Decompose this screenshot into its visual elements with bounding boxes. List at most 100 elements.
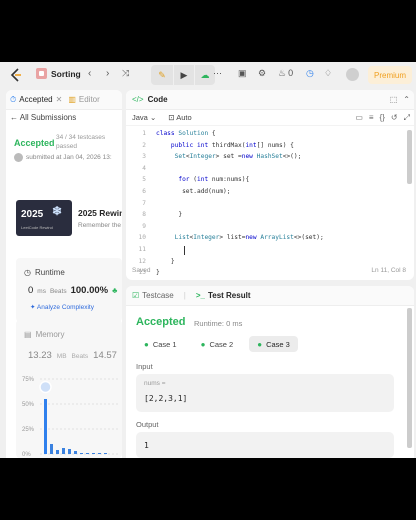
maximize-icon[interactable]: ⬚ [390, 95, 398, 104]
more-icon[interactable]: ⋯ [213, 68, 222, 79]
result-tabs: ☑ Testcase | >_ Test Result [126, 286, 414, 306]
case-2-label: Case 2 [209, 339, 234, 349]
code-panel-title: Code [147, 95, 168, 104]
submit-button[interactable]: ☁ [195, 65, 215, 85]
snowflake-icon: ❄ [52, 204, 63, 218]
input-label: Input [136, 362, 153, 371]
analyze-complexity-label: Analyze Complexity [36, 304, 94, 311]
code-line: } [156, 257, 175, 265]
output-value: 1 [144, 441, 149, 450]
bookmark-icon[interactable]: ▭ [355, 113, 363, 123]
tab-test-result[interactable]: >_ Test Result [196, 291, 251, 300]
input-key: nums = [144, 380, 166, 387]
distribution-bar[interactable] [92, 453, 95, 454]
distribution-bar[interactable] [86, 453, 89, 454]
format-icon[interactable]: ≡ [369, 113, 374, 123]
problem-list-button[interactable]: Sorting [36, 68, 81, 79]
prev-problem-icon[interactable]: ‹ [88, 68, 91, 79]
streak-counter[interactable]: ♨ 0 [278, 68, 293, 79]
input-value: [2,2,3,1] [144, 394, 188, 403]
line-number: 9 [142, 222, 146, 230]
braces-icon[interactable]: {} [380, 113, 385, 123]
tab-editorial-label: Editor [78, 95, 100, 104]
distribution-bar[interactable] [50, 444, 53, 454]
premium-button[interactable]: Premium [368, 66, 413, 84]
code-line: class Solution { [156, 130, 216, 137]
auto-mode-toggle[interactable]: ⊡ Auto [168, 113, 191, 122]
distribution-bar[interactable] [104, 453, 107, 454]
line-number: 7 [142, 199, 146, 207]
user-avatar[interactable] [346, 68, 359, 81]
timer-icon[interactable]: ◷ [306, 68, 314, 79]
tab-editorial[interactable]: ▥ Editor [68, 95, 99, 104]
your-submission-marker[interactable] [39, 380, 52, 394]
debug-icon[interactable]: ✎ [151, 65, 173, 85]
collapse-icon[interactable]: ⌃ [403, 95, 410, 104]
text-cursor [184, 246, 185, 255]
distribution-bar[interactable] [62, 448, 65, 454]
line-number: 5 [142, 176, 146, 184]
language-label: Java [132, 113, 148, 122]
case-tab-2[interactable]: ● Case 2 [193, 336, 242, 352]
layout-icon[interactable]: ▣ [238, 68, 247, 79]
tab-accepted[interactable]: ⏱ Accepted ✕ [10, 95, 62, 105]
line-number: 1 [142, 130, 146, 137]
rewind-small-text: LeetCode Rewind [21, 225, 53, 230]
fullscreen-icon[interactable]: ⤢ [404, 113, 410, 123]
distribution-bar[interactable] [56, 450, 59, 454]
app-frame: Sorting ‹ › ⤨ ✎ ▶ ☁ ⋯ ▣ ⚙ ♨ 0 ◷ ♢ Premiu… [0, 62, 416, 458]
output-label: Output [136, 420, 159, 429]
runtime-distribution-chart[interactable]: 75% 50% 25% 0% [20, 368, 122, 458]
next-problem-icon[interactable]: › [106, 68, 109, 79]
runtime-card[interactable]: ◷ Runtime 0 ms Beats 100.00% ♣ ✦ Analyze… [16, 258, 122, 322]
distribution-bar[interactable] [80, 453, 83, 454]
runtime-value: 0 [28, 285, 34, 296]
runtime-beats-label: Beats [49, 288, 67, 295]
line-number: 12 [138, 257, 146, 265]
problem-list-name: Sorting [51, 68, 81, 79]
chevron-down-icon: ⌄ [149, 113, 157, 122]
memory-unit: MB [56, 353, 67, 360]
check-icon: ● [144, 339, 149, 349]
close-tab-icon[interactable]: ✕ [56, 95, 63, 104]
settings-icon[interactable]: ⚙ [258, 68, 266, 79]
left-panel: ⏱ Accepted ✕ ▥ Editor ← All Submissions … [6, 90, 122, 458]
distribution-bar[interactable] [74, 451, 77, 454]
top-bar: Sorting ‹ › ⤨ ✎ ▶ ☁ ⋯ ▣ ⚙ ♨ 0 ◷ ♢ Premiu… [0, 62, 416, 88]
code-scrollbar[interactable] [407, 130, 412, 184]
memory-icon: ▤ [24, 330, 32, 339]
code-line: set.add(num); [156, 188, 231, 195]
test-result-panel: ☑ Testcase | >_ Test Result Accepted Run… [126, 286, 414, 458]
distribution-bar[interactable] [44, 399, 47, 454]
leetcode-logo-icon[interactable] [10, 68, 22, 82]
reset-icon[interactable]: ↺ [391, 113, 398, 123]
case-tab-1[interactable]: ● Case 1 [136, 336, 185, 352]
cursor-position: Ln 11, Col 8 [371, 267, 406, 274]
back-arrow-icon: ← [10, 113, 18, 122]
result-status: Accepted [136, 316, 186, 328]
distribution-bar[interactable] [98, 453, 101, 454]
editor-actions: ▭ ≡ {} ↺ ⤢ [355, 113, 410, 123]
runtime-label-row: ◷ Runtime [24, 268, 65, 277]
code-panel-tools: ⬚ ⌃ [390, 95, 410, 104]
lock-icon: ⊡ [168, 113, 175, 122]
code-line: List<Integer> list=new ArrayList<>(set); [174, 234, 324, 242]
memory-card[interactable]: ▤ Memory 13.23 MB Beats 14.57 75% 50% 25% 0… [16, 320, 122, 458]
rewind-banner-image[interactable]: 2025 LeetCode Rewind ❄ [16, 200, 72, 236]
notifications-icon[interactable]: ♢ [324, 68, 332, 79]
run-button[interactable]: ▶ [174, 65, 194, 85]
memory-label-row: ▤ Memory [24, 330, 64, 339]
case-tab-3[interactable]: ● Case 3 [249, 336, 298, 352]
memory-value-row: 13.23 MB Beats 14.57 [28, 350, 117, 361]
result-scrollbar[interactable] [407, 308, 412, 448]
runtime-unit: ms [37, 288, 46, 295]
all-submissions-link[interactable]: ← All Submissions [10, 113, 76, 122]
submission-info: submitted at Jan 04, 2026 13: [14, 153, 112, 162]
language-select[interactable]: Java ⌄ [132, 113, 156, 122]
editor-toolbar: Java ⌄ ⊡ Auto ▭ ≡ {} ↺ ⤢ [126, 110, 414, 126]
tab-testcase[interactable]: ☑ Testcase [132, 291, 174, 300]
analyze-complexity-link[interactable]: ✦ Analyze Complexity [30, 303, 94, 311]
code-line: for (int num:nums){ [178, 176, 250, 184]
shuffle-icon[interactable]: ⤨ [122, 68, 129, 79]
distribution-bar[interactable] [68, 449, 71, 454]
